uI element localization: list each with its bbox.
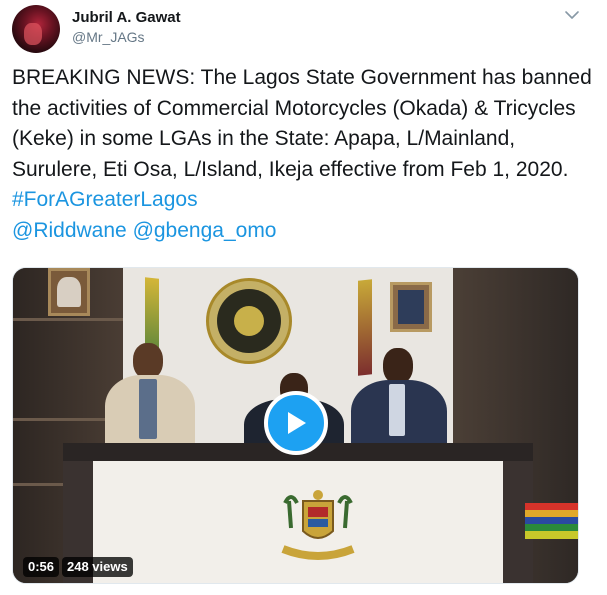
lagos-seal bbox=[206, 278, 292, 364]
video-views-badge: 248 views bbox=[62, 557, 133, 577]
mention-link-gbenga-omo[interactable]: @gbenga_omo bbox=[133, 219, 277, 242]
tweet-card: Jubril A. Gawat @Mr_JAGs BREAKING NEWS: … bbox=[0, 0, 607, 595]
portrait-frame-left bbox=[48, 268, 90, 316]
tweet-body: BREAKING NEWS: The Lagos State Governmen… bbox=[12, 66, 592, 181]
portrait-frame-right bbox=[390, 282, 432, 332]
official-right bbox=[343, 348, 453, 458]
avatar[interactable] bbox=[12, 5, 60, 53]
video-duration-badge: 0:56 bbox=[23, 557, 60, 577]
lagos-crest bbox=[281, 490, 355, 560]
tweet-text: BREAKING NEWS: The Lagos State Governmen… bbox=[12, 63, 597, 246]
shelf bbox=[13, 318, 123, 321]
author-display-name[interactable]: Jubril A. Gawat bbox=[72, 9, 181, 26]
chevron-down-icon[interactable] bbox=[563, 7, 581, 23]
mention-link-riddwane[interactable]: @Riddwane bbox=[12, 219, 127, 242]
official-left bbox=[95, 343, 205, 453]
video-player[interactable]: 0:56 248 views bbox=[12, 267, 579, 584]
flag-stripes bbox=[525, 503, 578, 539]
hashtag-link[interactable]: #ForAGreaterLagos bbox=[12, 188, 198, 211]
play-icon bbox=[288, 412, 306, 434]
author-handle[interactable]: @Mr_JAGs bbox=[72, 29, 145, 45]
play-button[interactable] bbox=[264, 391, 328, 455]
avatar-glow bbox=[24, 23, 42, 45]
